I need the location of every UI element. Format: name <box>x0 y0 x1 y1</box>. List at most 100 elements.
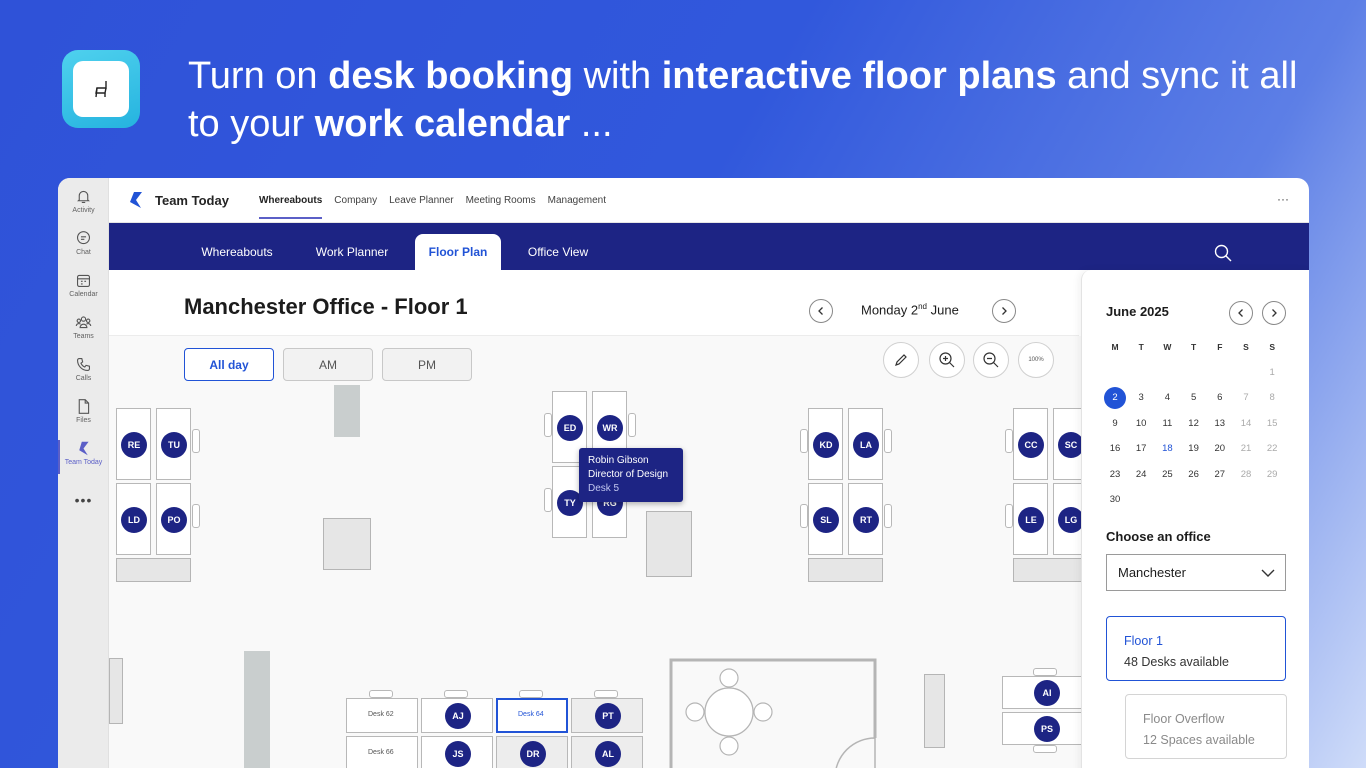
top-tab-company[interactable]: Company <box>328 178 383 223</box>
calendar-day[interactable]: 11 <box>1156 412 1178 434</box>
calendar-day[interactable]: 6 <box>1209 387 1231 409</box>
zoom-level: 100% <box>1028 357 1044 363</box>
calendar-day[interactable]: 18 <box>1156 438 1178 460</box>
desk[interactable]: SL <box>808 483 843 555</box>
desk[interactable]: RE <box>116 408 151 480</box>
desk[interactable]: LA <box>848 408 883 480</box>
calendar-day[interactable]: 30 <box>1104 489 1126 511</box>
desk[interactable]: CC <box>1013 408 1048 480</box>
rail-calendar[interactable]: Calendar <box>58 272 109 298</box>
calendar-day[interactable]: 15 <box>1261 412 1283 434</box>
next-day-button[interactable] <box>992 299 1016 323</box>
app-name: Team Today <box>155 192 229 208</box>
calendar-day[interactable]: 21 <box>1235 438 1257 460</box>
rail-more-button[interactable]: ••• <box>58 492 109 508</box>
desk[interactable]: AJ <box>421 698 493 733</box>
calendar-day[interactable]: 4 <box>1156 387 1178 409</box>
desk[interactable]: PS <box>1002 712 1090 745</box>
calendar-day[interactable]: 27 <box>1209 463 1231 485</box>
nav-tab-office-view[interactable]: Office View <box>511 234 605 270</box>
zoom-reset-button[interactable]: 100% <box>1018 342 1054 378</box>
calendar-day[interactable]: 20 <box>1209 438 1231 460</box>
desk-label: Desk 62 <box>368 711 394 718</box>
desk[interactable]: KD <box>808 408 843 480</box>
pencil-icon <box>895 354 907 366</box>
meeting-room <box>669 658 877 768</box>
calendar-day[interactable]: 8 <box>1261 387 1283 409</box>
calendar-day[interactable]: 26 <box>1183 463 1205 485</box>
calendar-day[interactable]: 12 <box>1183 412 1205 434</box>
floor-card-floor-1[interactable]: Floor 1 48 Desks available <box>1106 616 1286 681</box>
top-tab-management[interactable]: Management <box>542 178 612 223</box>
desk[interactable]: JS <box>421 736 493 768</box>
floor-name: Floor Overflow <box>1143 712 1225 726</box>
calendar-day[interactable]: 5 <box>1183 387 1205 409</box>
desk[interactable]: TU <box>156 408 191 480</box>
floor-header: Manchester Office - Floor 1 Monday 2nd J… <box>109 270 1079 336</box>
nav-tab-floor-plan[interactable]: Floor Plan <box>415 234 501 270</box>
teams-window: Activity Chat Calendar Teams Calls Files… <box>58 178 1309 768</box>
cabinet <box>646 511 692 577</box>
calendar-day[interactable]: 17 <box>1130 438 1152 460</box>
rail-chat[interactable]: Chat <box>58 230 109 256</box>
avatar: TU <box>161 432 187 458</box>
search-icon[interactable] <box>1213 243 1233 263</box>
calendar-day[interactable]: 9 <box>1104 412 1126 434</box>
desk[interactable]: PO <box>156 483 191 555</box>
desk[interactable]: Desk 66 <box>346 736 418 768</box>
office-label: Choose an office <box>1106 529 1211 544</box>
top-tab-leave-planner[interactable]: Leave Planner <box>383 178 460 223</box>
rail-calls[interactable]: Calls <box>58 356 109 382</box>
calendar-day[interactable]: 2 <box>1104 386 1126 409</box>
calendar-day[interactable]: 24 <box>1130 463 1152 485</box>
calendar-day[interactable]: 1 <box>1261 361 1283 383</box>
calendar-day[interactable]: 28 <box>1235 463 1257 485</box>
rail-teams[interactable]: Teams <box>58 314 109 340</box>
zoom-out-button[interactable] <box>973 342 1009 378</box>
desk[interactable]: PT <box>571 698 643 733</box>
zoom-in-button[interactable] <box>929 342 965 378</box>
desk[interactable]: LD <box>116 483 151 555</box>
top-tab-whereabouts[interactable]: Whereabouts <box>253 178 328 223</box>
next-month-button[interactable] <box>1262 301 1286 325</box>
rail-team-today[interactable]: Team Today <box>58 440 109 474</box>
cabinet <box>109 658 123 724</box>
desk[interactable]: RT <box>848 483 883 555</box>
prev-day-button[interactable] <box>809 299 833 323</box>
desk-selected[interactable]: Desk 64 <box>496 698 568 733</box>
calendar-day[interactable]: 19 <box>1183 438 1205 460</box>
calendar-day[interactable]: 22 <box>1261 438 1283 460</box>
floor-card-floor-overflow[interactable]: Floor Overflow 12 Spaces available <box>1125 694 1287 759</box>
calendar-day[interactable]: 25 <box>1156 463 1178 485</box>
desk[interactable]: DR <box>496 736 568 768</box>
nav-tab-work-planner[interactable]: Work Planner <box>298 234 406 270</box>
calendar-day[interactable]: 14 <box>1235 412 1257 434</box>
chair <box>192 504 200 528</box>
calendar-day[interactable]: 10 <box>1130 412 1152 434</box>
desk[interactable]: AL <box>571 736 643 768</box>
chair <box>800 504 808 528</box>
desk[interactable]: LE <box>1013 483 1048 555</box>
calendar-day[interactable]: 16 <box>1104 438 1126 460</box>
rail-files[interactable]: Files <box>58 398 109 424</box>
calendar-day[interactable]: 13 <box>1209 412 1231 434</box>
edit-button[interactable] <box>883 342 919 378</box>
prev-month-button[interactable] <box>1229 301 1253 325</box>
top-tab-meeting-rooms[interactable]: Meeting Rooms <box>460 178 542 223</box>
desk[interactable]: Desk 62 <box>346 698 418 733</box>
more-options-button[interactable]: ··· <box>1277 192 1289 206</box>
calendar-day[interactable]: 23 <box>1104 463 1126 485</box>
filter-am-button[interactable]: AM <box>283 348 373 381</box>
rail-activity[interactable]: Activity <box>58 188 109 214</box>
page-title: Manchester Office - Floor 1 <box>184 294 468 319</box>
desk[interactable]: AI <box>1002 676 1090 709</box>
avatar: PO <box>161 507 187 533</box>
calendar-day[interactable]: 7 <box>1235 387 1257 409</box>
calendar-day[interactable]: 3 <box>1130 387 1152 409</box>
chair <box>1005 504 1013 528</box>
filter-pm-button[interactable]: PM <box>382 348 472 381</box>
office-select[interactable]: Manchester <box>1106 554 1286 591</box>
nav-tab-whereabouts[interactable]: Whereabouts <box>184 234 290 270</box>
calendar-day[interactable]: 29 <box>1261 463 1283 485</box>
filter-all-day-button[interactable]: All day <box>184 348 274 381</box>
